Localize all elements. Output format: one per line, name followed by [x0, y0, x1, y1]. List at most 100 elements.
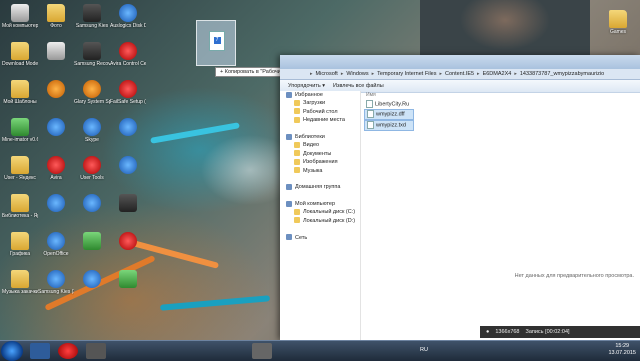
- breadcrumb-separator-icon[interactable]: ▸: [341, 71, 344, 77]
- desktop-icon[interactable]: Glary System Speedup: [74, 80, 110, 105]
- desktop-icon[interactable]: User - Яндекс: [2, 156, 38, 181]
- breadcrumb-separator-icon[interactable]: ▸: [514, 71, 517, 77]
- nav-item[interactable]: Музыка: [280, 167, 360, 175]
- desktop-icon[interactable]: [74, 270, 110, 289]
- desktop-icon-label: User - Яндекс: [4, 175, 36, 181]
- nav-item[interactable]: Недавние места: [280, 116, 360, 124]
- desktop-icon[interactable]: Auslogics Disk Defr...: [110, 4, 146, 29]
- desktop-icon[interactable]: Библиотека - Ярлык (3): [2, 194, 38, 219]
- clock[interactable]: 15:29 13.07.2015: [608, 343, 636, 357]
- app-icon: [47, 232, 65, 250]
- folder-icon: [47, 4, 65, 22]
- nav-item-label: Музыка: [303, 167, 323, 174]
- nav-item-label: Локальный диск (D:): [303, 217, 356, 224]
- explorer-window[interactable]: ▸ Microsoft ▸ Windows ▸ Temporary Internet Fi…: [280, 55, 640, 340]
- desktop-icon[interactable]: Графика: [2, 232, 38, 257]
- breadcrumb-separator-icon[interactable]: ▸: [372, 71, 375, 77]
- nav-item[interactable]: Сеть: [280, 234, 360, 242]
- desktop-icon[interactable]: Мой Шаблоны: [2, 80, 38, 105]
- nav-item[interactable]: Локальный диск (D:): [280, 217, 360, 225]
- desktop-icon[interactable]: Skype: [74, 118, 110, 143]
- breadcrumb-item[interactable]: Microsoft: [316, 71, 338, 77]
- breadcrumb-item[interactable]: Windows: [346, 71, 368, 77]
- desktop-icon[interactable]: Avira: [38, 156, 74, 181]
- desktop-icon[interactable]: [110, 194, 146, 213]
- desktop-icon[interactable]: [74, 232, 110, 251]
- desktop-icon[interactable]: [74, 194, 110, 213]
- organize-button[interactable]: Упорядочить ▾: [288, 83, 325, 89]
- desktop-icon-label: FailSafe Setup (5): [110, 99, 146, 105]
- desktop-icon[interactable]: Avira Control Center: [110, 42, 146, 67]
- taskbar-button-app[interactable]: [86, 343, 106, 359]
- extract-all-button[interactable]: Извлечь все файлы: [333, 83, 384, 89]
- breadcrumb-item[interactable]: Temporary Internet Files: [377, 71, 436, 77]
- breadcrumb-item[interactable]: 1433873787_wmypizzabymaurizio: [520, 71, 604, 77]
- nav-item[interactable]: Изображения: [280, 158, 360, 166]
- desktop-icon[interactable]: User Tools: [74, 156, 110, 181]
- file-item[interactable]: wmypizz.dff: [364, 109, 414, 120]
- nav-item[interactable]: Домашняя группа: [280, 183, 360, 191]
- desktop-icon-label: Мой Шаблоны: [3, 99, 37, 105]
- nav-item[interactable]: Локальный диск (C:): [280, 208, 360, 216]
- nav-item[interactable]: Документы: [280, 150, 360, 158]
- breadcrumb-item[interactable]: Content.IE5: [445, 71, 474, 77]
- desktop-icon[interactable]: [38, 194, 74, 213]
- desktop-icon-games[interactable]: Games: [600, 10, 636, 35]
- desktop-icon[interactable]: Музыка закачки: [2, 270, 38, 295]
- breadcrumb-item[interactable]: E6DMA2X4: [483, 71, 512, 77]
- desktop-icon[interactable]: OpenOffice: [38, 232, 74, 257]
- nav-item[interactable]: Загрузки: [280, 99, 360, 107]
- taskbar-button-notes[interactable]: [252, 343, 272, 359]
- desktop-icon-label: Auslogics Disk Defr...: [110, 23, 146, 29]
- recorder-bar[interactable]: ● 1366x768 Запись [00:02:04]: [480, 326, 640, 338]
- breadcrumb-separator-icon[interactable]: ▸: [310, 71, 313, 77]
- start-button[interactable]: [1, 341, 23, 361]
- desktop-icon[interactable]: [110, 156, 146, 175]
- desktop-icon[interactable]: Mine-imator v0.6.2: [2, 118, 38, 143]
- breadcrumb-separator-icon[interactable]: ▸: [477, 71, 480, 77]
- nav-item[interactable]: Библиотеки: [280, 133, 360, 141]
- desktop-icon[interactable]: Фото: [38, 4, 74, 29]
- file-name: wmypizz.dff: [376, 111, 405, 118]
- folder-icon: [294, 217, 300, 224]
- window-titlebar[interactable]: [280, 55, 640, 69]
- desktop-icon[interactable]: [38, 42, 74, 61]
- nav-item[interactable]: Мой компьютер: [280, 200, 360, 208]
- desktop-icon[interactable]: Samsung Kies (3): [38, 270, 74, 295]
- nav-item[interactable]: Рабочий стол: [280, 108, 360, 116]
- desktop-icon[interactable]: Download Mode: [2, 42, 38, 67]
- desktop-icon[interactable]: FailSafe Setup (5): [110, 80, 146, 105]
- app-icon: [47, 270, 65, 288]
- desktop-icon[interactable]: [38, 80, 74, 99]
- taskbar-button-recorder[interactable]: [58, 343, 78, 359]
- group-icon: [286, 133, 292, 140]
- desktop-icon[interactable]: [38, 118, 74, 137]
- app-icon: [11, 118, 29, 136]
- file-item[interactable]: wmypizz.txd: [364, 120, 414, 131]
- desktop-icon[interactable]: Мой компьютер: [2, 4, 38, 29]
- nav-item: [280, 225, 360, 233]
- app-icon: [83, 80, 101, 98]
- column-header-name[interactable]: Имя: [364, 91, 414, 100]
- desktop-icon[interactable]: [110, 118, 146, 137]
- nav-item[interactable]: Видео: [280, 141, 360, 149]
- breadcrumb-separator-icon[interactable]: ▸: [439, 71, 442, 77]
- nav-item[interactable]: Избранное: [280, 91, 360, 99]
- address-bar[interactable]: ▸ Microsoft ▸ Windows ▸ Temporary Internet Fi…: [280, 69, 640, 80]
- desktop-icon[interactable]: [110, 270, 146, 289]
- folder-icon: [11, 270, 29, 288]
- group-icon: [286, 234, 292, 241]
- taskbar-button-explorer[interactable]: [30, 343, 50, 359]
- language-indicator[interactable]: RU: [420, 347, 428, 353]
- group-icon: [286, 183, 292, 190]
- desktop-icon[interactable]: [110, 232, 146, 251]
- file-item[interactable]: LibertyCity.Ru: [364, 100, 414, 109]
- desktop-icon[interactable]: Samsung Recover...: [74, 42, 110, 67]
- drag-ghost: 7: [196, 20, 236, 66]
- app-icon: [83, 194, 101, 212]
- desktop-icon[interactable]: Samsung Kies: [74, 4, 110, 29]
- app-icon: [47, 118, 65, 136]
- group-icon: [286, 200, 292, 207]
- record-icon[interactable]: ●: [486, 329, 489, 335]
- taskbar: RU 15:29 13.07.2015: [0, 340, 640, 361]
